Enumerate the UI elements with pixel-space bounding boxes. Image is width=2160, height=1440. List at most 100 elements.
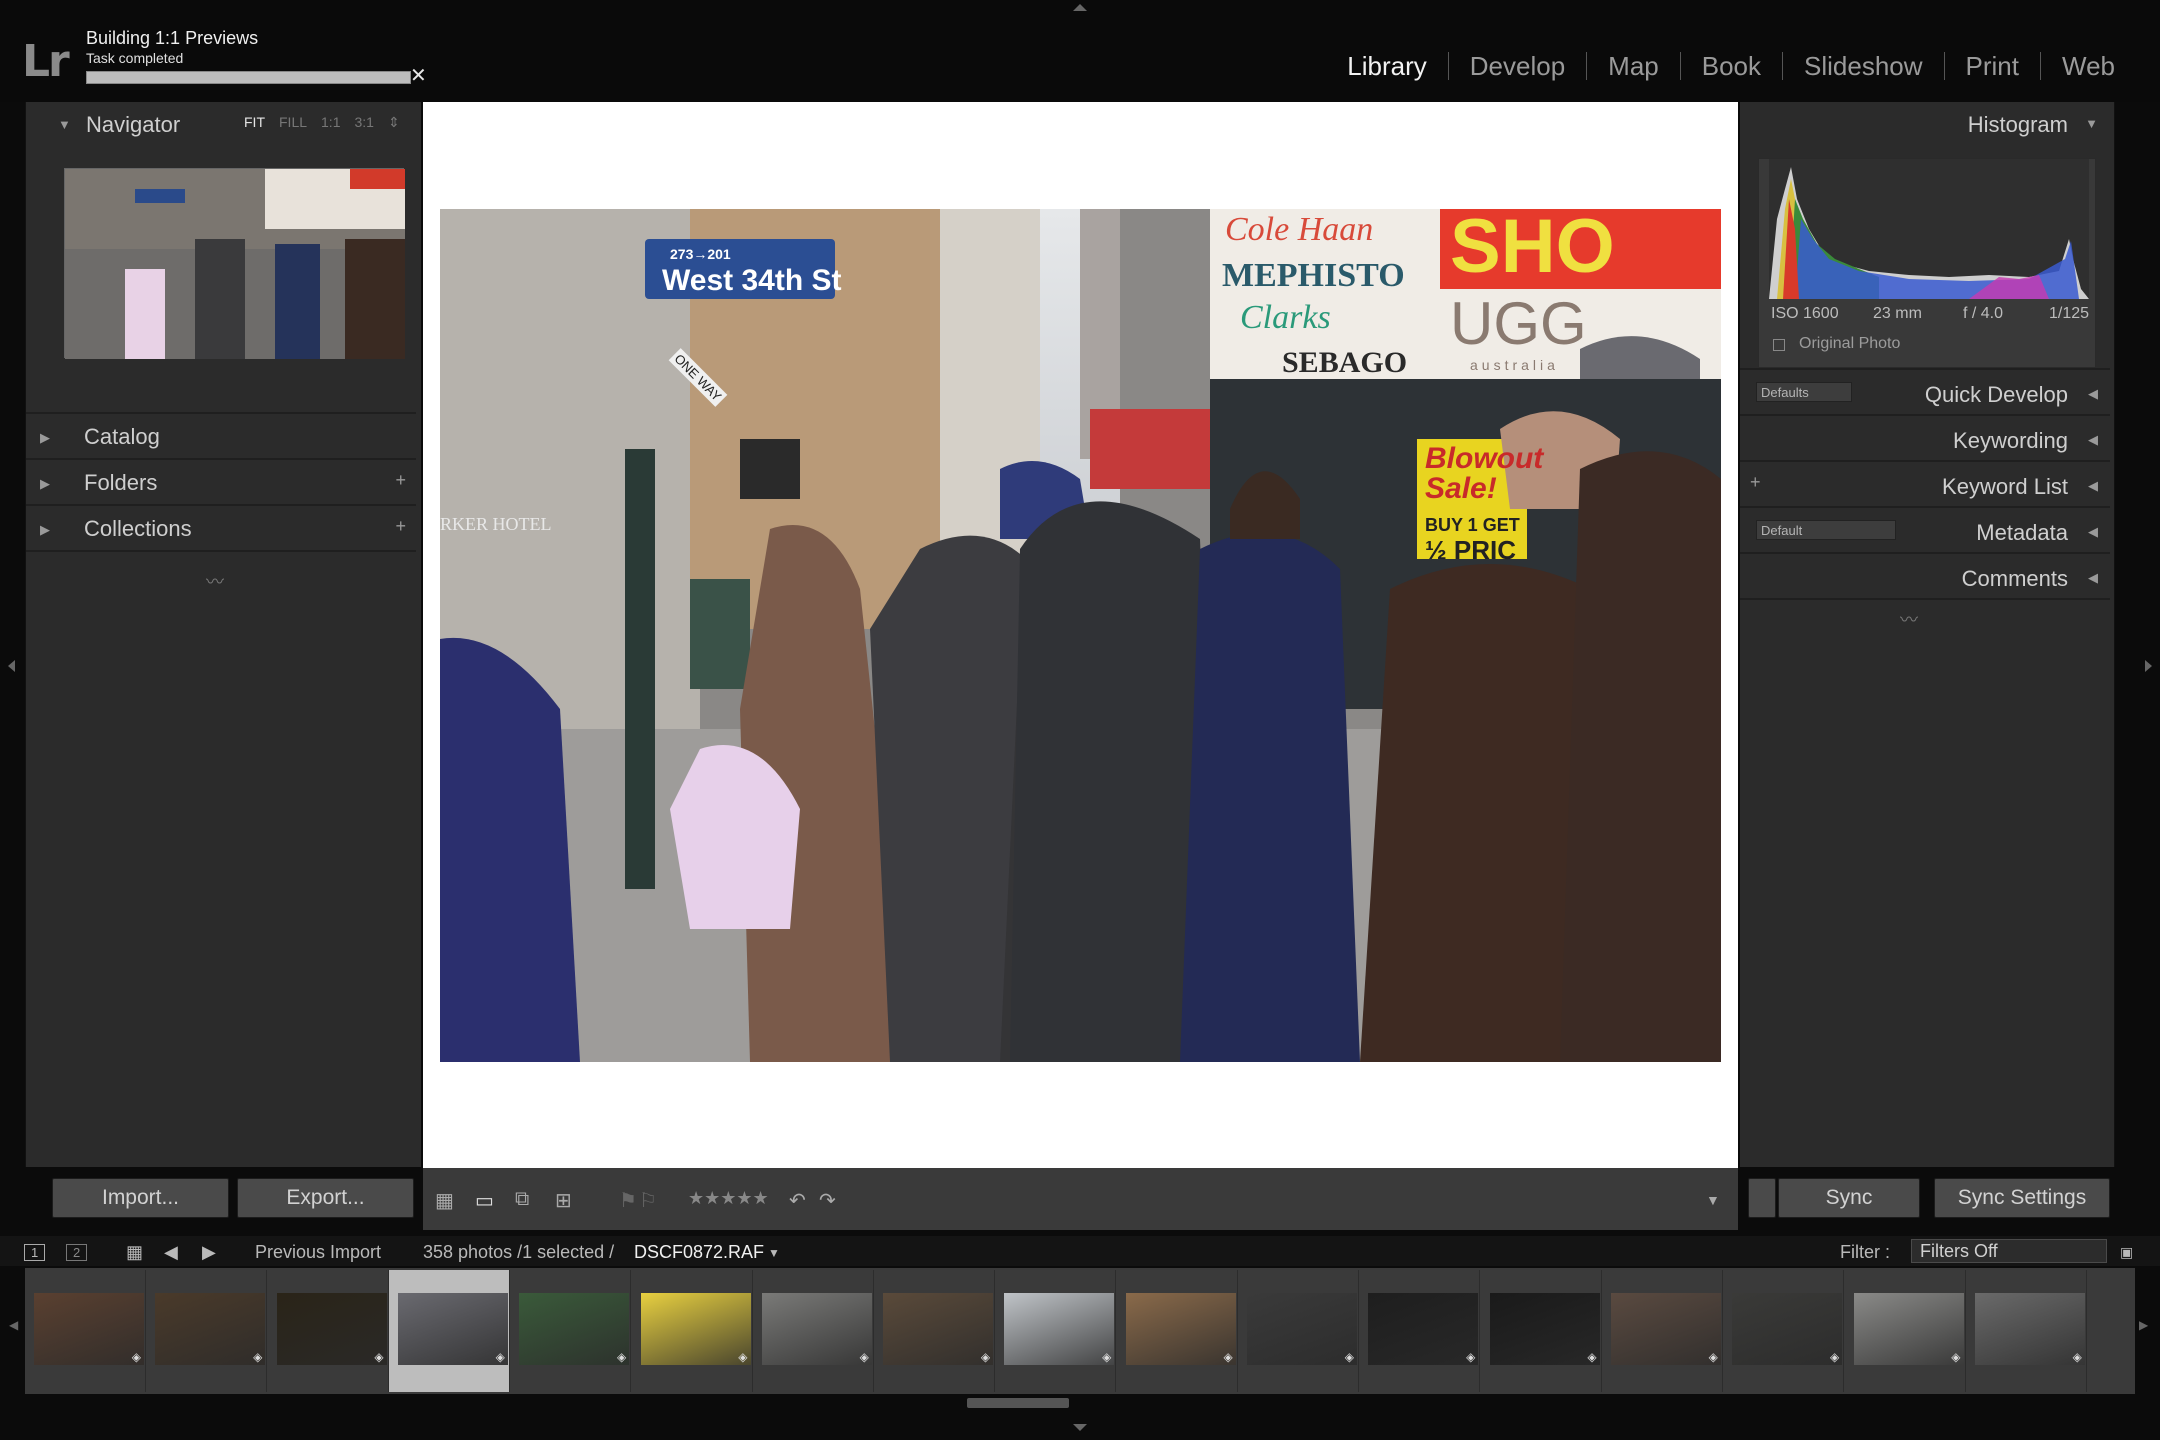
metadata-header[interactable]: Default Metadata ◀ [1740,508,2110,554]
export-button[interactable]: Export... [237,1178,414,1218]
filmstrip-thumbnail[interactable]: ◈ [388,1270,510,1392]
keywording-expand-icon[interactable]: ◀ [2088,432,2098,448]
filmstrip-thumbnail[interactable]: ◈ [146,1270,268,1392]
filmstrip-thumbnail[interactable]: ◈ [632,1270,753,1392]
comments-header[interactable]: Comments ◀ [1740,554,2110,600]
grid-icon[interactable]: ▦ [126,1242,143,1263]
filmstrip: ◀ ◈ ◈ ◈ ◈ ◈ ◈ ◈ ◈ ◈ ◈ ◈ ◈ ◈ ◈ ◈ ◈ ◈ ▶ [9,1268,2148,1394]
filmstrip-thumbnail[interactable]: ◈ [1723,1270,1845,1392]
loupe-canvas[interactable]: 273→201 West 34th St Cole Haan MEPHISTO … [423,102,1738,1168]
edit-badge-icon: ◈ [1829,1350,1840,1364]
filmstrip-thumbnail[interactable]: ◈ [1238,1270,1359,1392]
filmstrip-thumbnail[interactable]: ◈ [874,1270,996,1392]
keyword-list-expand-icon[interactable]: ◀ [2088,478,2098,494]
zoom-fit[interactable]: FIT [244,114,265,131]
filmstrip-thumbnail[interactable]: ◈ [1481,1270,1602,1392]
navigator-preview[interactable] [64,168,405,359]
filmstrip-scroll-left-icon[interactable]: ◀ [9,1318,18,1332]
filter-lock-icon[interactable]: ▣ [2120,1244,2133,1261]
filmstrip-thumbnail[interactable]: ◈ [1845,1270,1966,1392]
zoom-fill[interactable]: FILL [279,114,307,131]
filmstrip-thumbnail[interactable]: ◈ [1966,1270,2087,1392]
collections-expand-icon[interactable]: ▶ [40,522,50,538]
quick-develop-header[interactable]: Defaults Quick Develop ◀ [1740,370,2110,416]
filmstrip-scrollbar[interactable] [967,1398,1069,1408]
filename-dropdown-icon[interactable]: ▼ [768,1246,780,1260]
module-map[interactable]: Map [1586,52,1680,80]
navigator-collapse-icon[interactable]: ▼ [58,117,71,132]
quick-develop-preset-select[interactable]: Defaults [1756,382,1852,402]
right-panel-toggle-icon[interactable] [2145,660,2152,672]
folders-expand-icon[interactable]: ▶ [40,476,50,492]
histogram-box[interactable]: ISO 1600 23 mm f / 4.0 1/125 Original Ph… [1758,158,2096,368]
flag-icon[interactable]: ⚑ [619,1188,637,1213]
catalog-expand-icon[interactable]: ▶ [40,430,50,446]
original-photo-checkbox[interactable] [1773,339,1785,351]
auto-sync-toggle[interactable] [1748,1178,1776,1218]
import-button[interactable]: Import... [52,1178,229,1218]
street-sign-route: 273→201 [670,246,731,262]
module-book[interactable]: Book [1679,52,1782,80]
histogram-collapse-icon[interactable]: ▼ [2085,116,2098,131]
module-print[interactable]: Print [1943,52,2040,80]
right-panel-end-ornament-icon: 〰 [1900,610,1918,630]
filmstrip-scroll-right-icon[interactable]: ▶ [2139,1318,2148,1332]
keyword-list-header[interactable]: + Keyword List ◀ [1740,462,2110,508]
source-label[interactable]: Previous Import [255,1242,381,1263]
metadata-expand-icon[interactable]: ◀ [2088,524,2098,540]
forward-arrow-icon[interactable]: ▶ [202,1242,216,1263]
metadata-preset-select[interactable]: Default [1756,520,1896,540]
store-sign-sebago: SEBAGO [1282,346,1408,379]
module-slideshow[interactable]: Slideshow [1782,52,1944,80]
keyword-list-label: Keyword List [1942,474,2068,499]
filmstrip-thumbnail[interactable]: ◈ [1602,1270,1723,1392]
catalog-panel-header[interactable]: ▶ Catalog [26,414,416,460]
filmstrip-thumbnail[interactable]: ◈ [753,1270,874,1392]
filmstrip-thumbnail[interactable]: ◈ [268,1270,389,1392]
selected-filename[interactable]: DSCF0872.RAF [634,1242,764,1263]
back-arrow-icon[interactable]: ◀ [164,1242,178,1263]
keyword-list-add-icon[interactable]: + [1750,472,1761,493]
histogram-plot [1769,159,2089,299]
star-rating[interactable]: ★★★★★ [688,1188,769,1209]
navigator-header[interactable]: Navigator [86,112,180,138]
filmstrip-thumbnail[interactable]: ◈ [995,1270,1117,1392]
filmstrip-thumbnail[interactable]: ◈ [25,1270,146,1392]
thumbnail-image [1004,1293,1115,1365]
task-close-icon[interactable]: ✕ [410,66,427,86]
rotate-right-icon[interactable]: ↷ [819,1188,836,1213]
filter-select[interactable]: Filters Off [1911,1239,2107,1263]
top-panel-toggle-icon[interactable] [1073,4,1087,11]
compare-view-icon[interactable]: ⧉ [515,1188,529,1211]
filmstrip-thumbnail[interactable]: ◈ [1359,1270,1481,1392]
zoom-more-icon[interactable]: ⇕ [388,114,400,131]
folders-panel-header[interactable]: ▶ Folders + [26,460,416,506]
sync-button[interactable]: Sync [1778,1178,1920,1218]
sync-settings-button[interactable]: Sync Settings [1934,1178,2110,1218]
survey-view-icon[interactable]: ⊞ [555,1188,572,1213]
module-web[interactable]: Web [2040,52,2136,80]
module-develop[interactable]: Develop [1447,52,1586,80]
reject-flag-icon[interactable]: ⚐ [639,1188,657,1213]
toolbar-menu-chevron-icon[interactable]: ▼ [1706,1192,1720,1208]
module-library[interactable]: Library [1326,52,1447,80]
window-2-button[interactable]: 2 [66,1244,88,1261]
bottom-panel-toggle-icon[interactable] [1073,1424,1087,1431]
comments-expand-icon[interactable]: ◀ [2088,570,2098,586]
folders-add-icon[interactable]: + [395,470,406,491]
left-panel-toggle-icon[interactable] [8,660,15,672]
keywording-header[interactable]: Keywording ◀ [1740,416,2110,462]
loupe-view-icon[interactable]: ▭ [475,1188,494,1213]
collections-add-icon[interactable]: + [395,516,406,537]
grid-view-icon[interactable]: ▦ [435,1188,454,1213]
rotate-left-icon[interactable]: ↶ [789,1188,806,1213]
zoom-3-1[interactable]: 3:1 [354,114,373,131]
zoom-1-1[interactable]: 1:1 [321,114,340,131]
collections-panel-header[interactable]: ▶ Collections + [26,506,416,552]
filmstrip-thumbnail[interactable]: ◈ [510,1270,632,1392]
histogram-header[interactable]: Histogram [1968,112,2068,138]
filmstrip-thumbnail[interactable]: ◈ [1117,1270,1238,1392]
main-photo[interactable]: 273→201 West 34th St Cole Haan MEPHISTO … [440,209,1721,1062]
quick-develop-expand-icon[interactable]: ◀ [2088,386,2098,402]
window-1-button[interactable]: 1 [24,1244,46,1261]
